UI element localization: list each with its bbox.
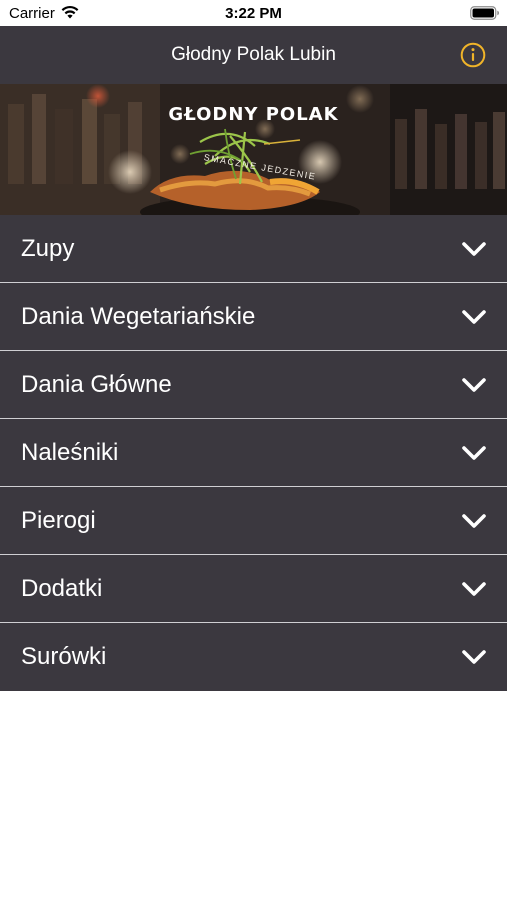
chevron-down-icon xyxy=(462,582,486,596)
status-bar: Carrier 3:22 PM xyxy=(0,0,507,26)
category-label: Dania Główne xyxy=(21,371,172,398)
category-label: Dodatki xyxy=(21,575,103,602)
category-list: Zupy Dania Wegetariańskie Dania Główne N… xyxy=(0,215,507,691)
chevron-down-icon xyxy=(462,650,486,664)
logo-text: GŁODNY POLAK xyxy=(168,104,339,125)
category-item-zupy[interactable]: Zupy xyxy=(0,215,507,283)
category-label: Dania Wegetariańskie xyxy=(21,303,256,330)
category-item-pierogi[interactable]: Pierogi xyxy=(0,487,507,555)
chevron-down-icon xyxy=(462,242,486,256)
chevron-down-icon xyxy=(462,378,486,392)
category-item-dodatki[interactable]: Dodatki xyxy=(0,555,507,623)
info-circle-icon[interactable] xyxy=(460,42,486,68)
chevron-down-icon xyxy=(462,446,486,460)
chevron-down-icon xyxy=(462,310,486,324)
page-title: Głodny Polak Lubin xyxy=(171,44,336,65)
header-banner-image: GŁODNY POLAK SMACZNE JEDZENIE xyxy=(0,84,507,215)
chevron-down-icon xyxy=(462,514,486,528)
battery-icon xyxy=(470,6,499,20)
navigation-bar: Głodny Polak Lubin xyxy=(0,26,507,84)
category-label: Naleśniki xyxy=(21,439,119,466)
category-item-surowki[interactable]: Surówki xyxy=(0,623,507,691)
category-item-nalesniki[interactable]: Naleśniki xyxy=(0,419,507,487)
category-label: Zupy xyxy=(21,235,75,262)
category-label: Surówki xyxy=(21,643,107,670)
category-item-dania-glowne[interactable]: Dania Główne xyxy=(0,351,507,419)
category-label: Pierogi xyxy=(21,507,96,534)
status-time: 3:22 PM xyxy=(225,5,282,22)
category-item-dania-wegetarianskie[interactable]: Dania Wegetariańskie xyxy=(0,283,507,351)
